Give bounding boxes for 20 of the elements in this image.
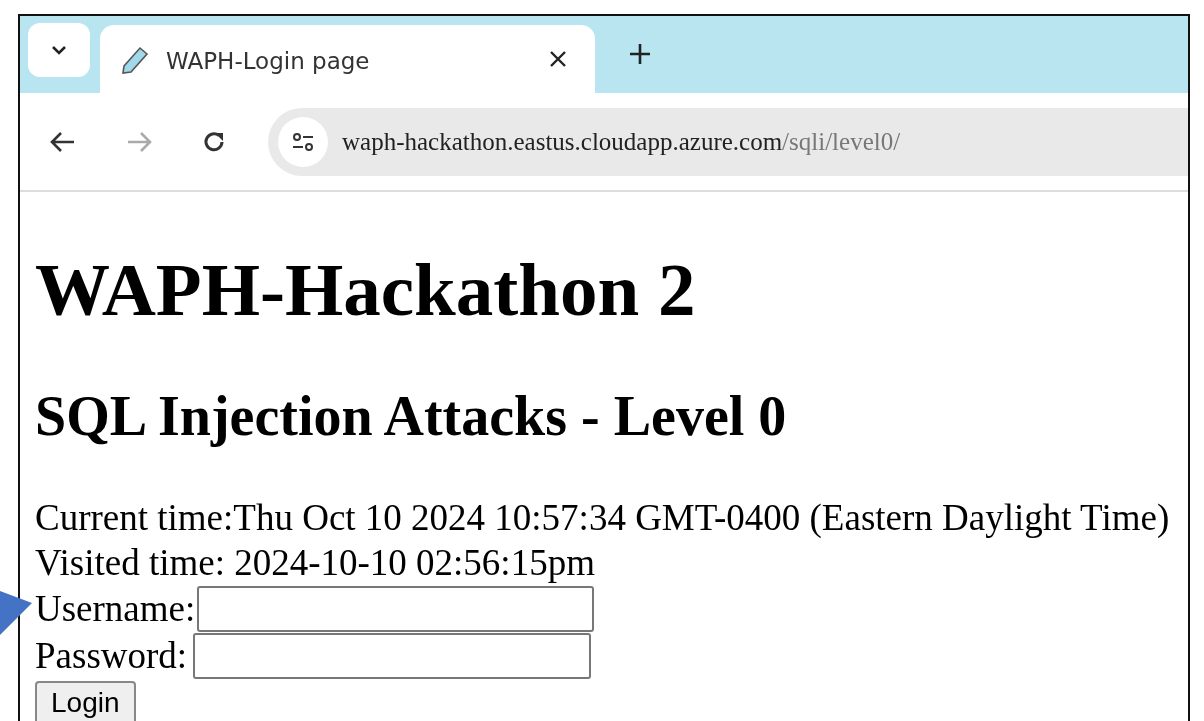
browser-tab[interactable]: WAPH-Login page: [100, 25, 595, 93]
field-label: Username:: [35, 587, 196, 630]
chevron-down-icon: [50, 44, 68, 56]
input-field[interactable]: [193, 632, 592, 679]
input-field[interactable]: [197, 585, 595, 632]
info-text: Current time:Thu Oct 10 2024 10:57:34 GMT-0400 (Eastern Daylight Time): [35, 496, 1171, 540]
back-arrow-icon[interactable]: [50, 130, 76, 153]
login-button[interactable]: Login: [35, 681, 136, 721]
address-bar[interactable]: waph-hackathon.eastus.cloudapp.azure.com/sqli/level0/: [268, 107, 1188, 176]
field-label: Password:: [35, 634, 188, 677]
page-subheading: SQL Injection Attacks - Level 0: [35, 386, 788, 446]
tab-title: WAPH-Login page: [166, 47, 371, 74]
url-text: waph-hackathon.eastus.cloudapp.azure.com/sqli/level0/: [342, 127, 901, 156]
reload-icon[interactable]: [202, 129, 226, 154]
new-tab-icon[interactable]: [629, 43, 651, 65]
site-info-button[interactable]: [278, 116, 328, 167]
info-text: Visited time: 2024-10-10 02:56:15pm: [35, 541, 596, 585]
page-heading: WAPH-Hackathon 2: [35, 250, 697, 330]
close-icon[interactable]: [549, 50, 567, 68]
sliders-icon: [291, 131, 315, 152]
